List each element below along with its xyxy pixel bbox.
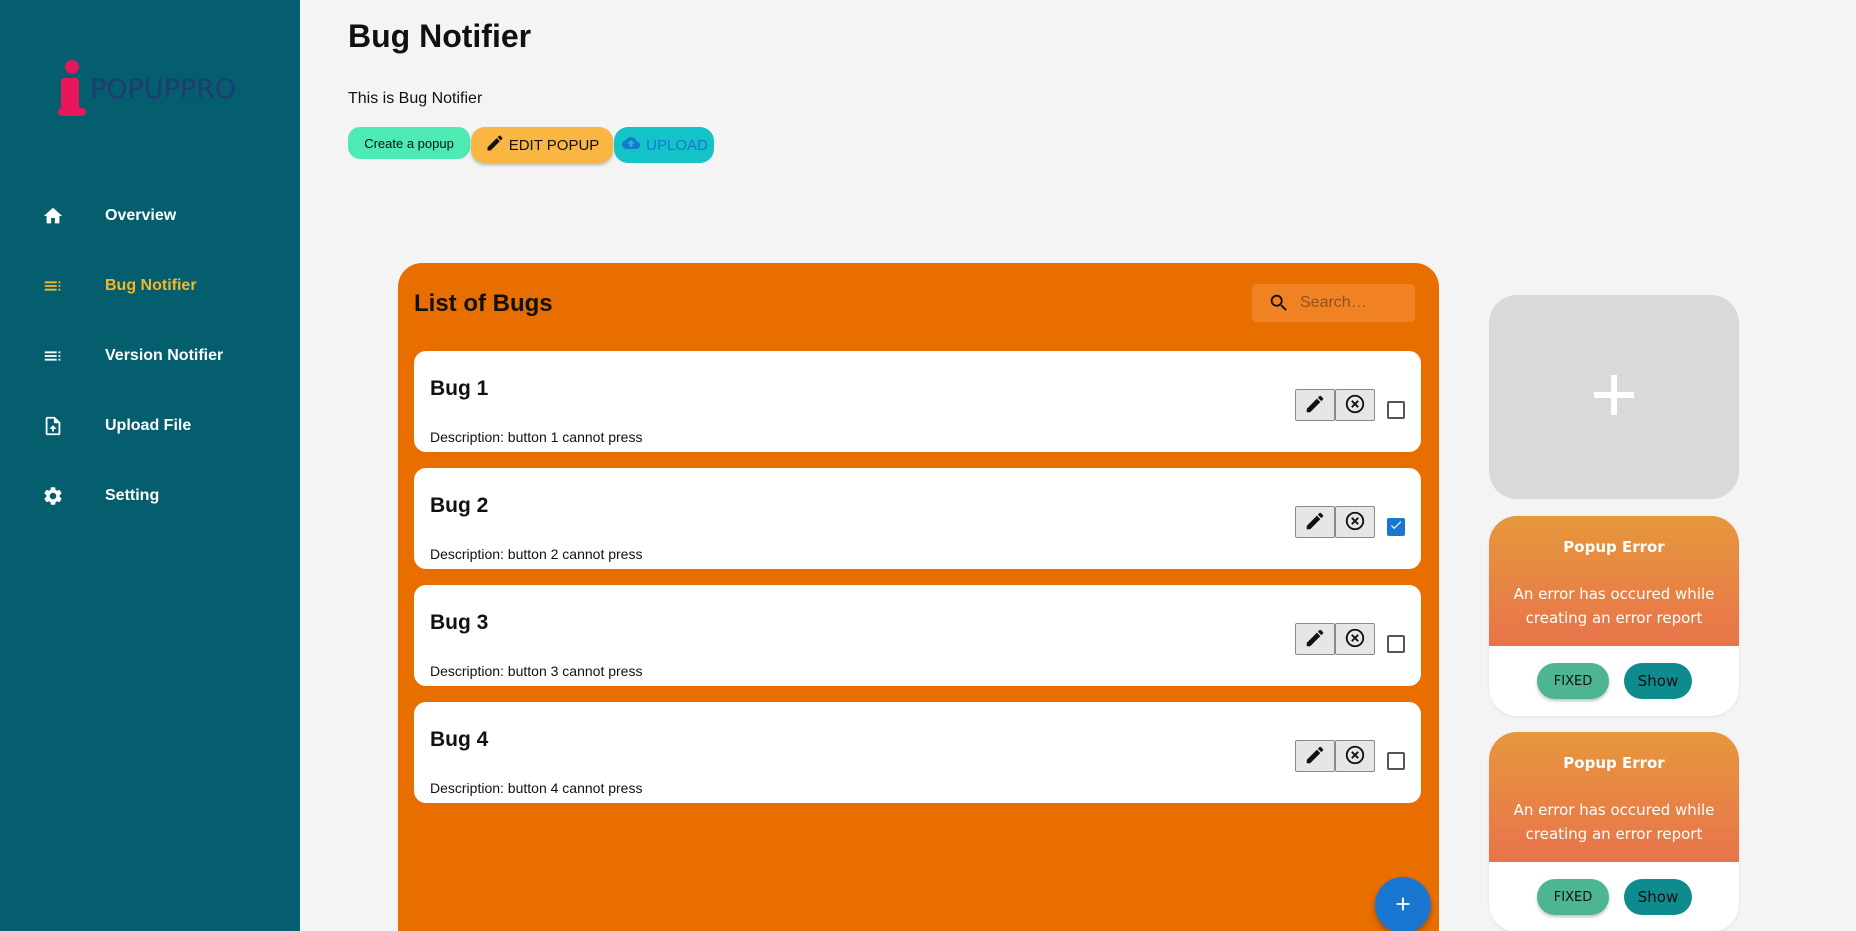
upload-label: UPLOAD <box>646 136 708 154</box>
pencil-icon <box>1304 627 1326 652</box>
plus-icon <box>1590 371 1638 424</box>
bug-card: Bug 1 Description: button 1 cannot press <box>414 351 1421 452</box>
page-title: Bug Notifier <box>348 18 532 54</box>
popup-preview-card: Popup Error An error has occured while c… <box>1489 516 1739 716</box>
pencil-icon <box>1304 744 1326 769</box>
gear-icon <box>41 484 65 508</box>
logo-text: POPUPPRO <box>90 74 237 105</box>
pencil-icon <box>485 133 505 157</box>
bug-checkbox[interactable] <box>1387 518 1405 536</box>
edit-popup-label: EDIT POPUP <box>508 136 600 154</box>
sidebar-item-label: Version Notifier <box>105 347 224 364</box>
show-button[interactable]: Show <box>1624 663 1692 699</box>
cloud-upload-icon <box>620 134 642 156</box>
bug-checkbox[interactable] <box>1387 401 1405 419</box>
bug-title: Bug 4 <box>430 728 489 751</box>
close-circle-icon <box>1344 744 1366 769</box>
bug-description: Description: button 2 cannot press <box>430 546 643 562</box>
info-i-logo-mark <box>58 60 86 120</box>
sidebar-item-label: Bug Notifier <box>105 277 197 294</box>
search-box[interactable] <box>1252 284 1415 322</box>
bug-checkbox[interactable] <box>1387 752 1405 770</box>
create-popup-button[interactable]: Create a popup <box>348 127 470 159</box>
sidebar-item-setting[interactable]: Setting <box>0 471 300 521</box>
popup-title: Popup Error <box>1563 754 1665 772</box>
popup-title: Popup Error <box>1563 538 1665 556</box>
popup-message: An error has occured while creating an e… <box>1513 585 1715 627</box>
bug-title: Bug 1 <box>430 377 489 400</box>
upload-file-icon <box>41 414 65 438</box>
edit-popup-button[interactable]: EDIT POPUP <box>471 127 613 163</box>
bug-title: Bug 3 <box>430 611 489 634</box>
delete-bug-button[interactable] <box>1335 506 1375 538</box>
check-icon <box>1389 518 1403 537</box>
fixed-button[interactable]: FIXED <box>1537 663 1609 699</box>
bug-card: Bug 4 Description: button 4 cannot press <box>414 702 1421 803</box>
popup-message: An error has occured while creating an e… <box>1513 801 1715 843</box>
delete-bug-button[interactable] <box>1335 389 1375 421</box>
edit-bug-button[interactable] <box>1295 623 1335 655</box>
delete-bug-button[interactable] <box>1335 740 1375 772</box>
bug-description: Description: button 1 cannot press <box>430 429 643 445</box>
home-icon <box>41 204 65 228</box>
edit-bug-button[interactable] <box>1295 506 1335 538</box>
sidebar-item-label: Upload File <box>105 417 192 434</box>
edit-bug-button[interactable] <box>1295 389 1335 421</box>
popup-header: Popup Error An error has occured while c… <box>1489 732 1739 862</box>
bug-checkbox[interactable] <box>1387 635 1405 653</box>
add-popup-card[interactable] <box>1489 295 1739 499</box>
bug-description: Description: button 3 cannot press <box>430 663 643 679</box>
plus-icon <box>1392 893 1414 918</box>
pencil-icon <box>1304 393 1326 418</box>
upload-button[interactable]: UPLOAD <box>614 127 714 163</box>
list-icon <box>41 274 65 298</box>
search-input[interactable] <box>1300 292 1400 314</box>
close-circle-icon <box>1344 510 1366 535</box>
bug-list-panel: List of Bugs Bug 1 Description: button 1… <box>398 263 1439 931</box>
sidebar-item-label: Overview <box>105 207 177 224</box>
popup-preview-card: Popup Error An error has occured while c… <box>1489 732 1739 931</box>
popuppro-logo[interactable]: POPUPPRO <box>58 60 258 120</box>
fixed-button[interactable]: FIXED <box>1537 879 1609 915</box>
sidebar-item-label: Setting <box>105 487 160 504</box>
list-icon <box>41 344 65 368</box>
bug-list-title: List of Bugs <box>414 290 553 317</box>
sidebar-item-bug-notifier[interactable]: Bug Notifier <box>0 261 300 311</box>
pencil-icon <box>1304 510 1326 535</box>
sidebar: POPUPPRO Overview Bug Notifier Version N… <box>0 0 300 931</box>
sidebar-item-version-notifier[interactable]: Version Notifier <box>0 331 300 381</box>
show-button[interactable]: Show <box>1624 879 1692 915</box>
sidebar-item-upload-file[interactable]: Upload File <box>0 401 300 451</box>
sidebar-item-overview[interactable]: Overview <box>0 191 300 241</box>
delete-bug-button[interactable] <box>1335 623 1375 655</box>
bug-title: Bug 2 <box>430 494 489 517</box>
bug-card: Bug 2 Description: button 2 cannot press <box>414 468 1421 569</box>
bug-card: Bug 3 Description: button 3 cannot press <box>414 585 1421 686</box>
add-bug-fab[interactable] <box>1375 877 1431 931</box>
edit-bug-button[interactable] <box>1295 740 1335 772</box>
close-circle-icon <box>1344 393 1366 418</box>
search-icon <box>1268 292 1290 314</box>
bug-description: Description: button 4 cannot press <box>430 780 643 796</box>
close-circle-icon <box>1344 627 1366 652</box>
page-subtitle: This is Bug Notifier <box>348 90 483 107</box>
popup-header: Popup Error An error has occured while c… <box>1489 516 1739 646</box>
